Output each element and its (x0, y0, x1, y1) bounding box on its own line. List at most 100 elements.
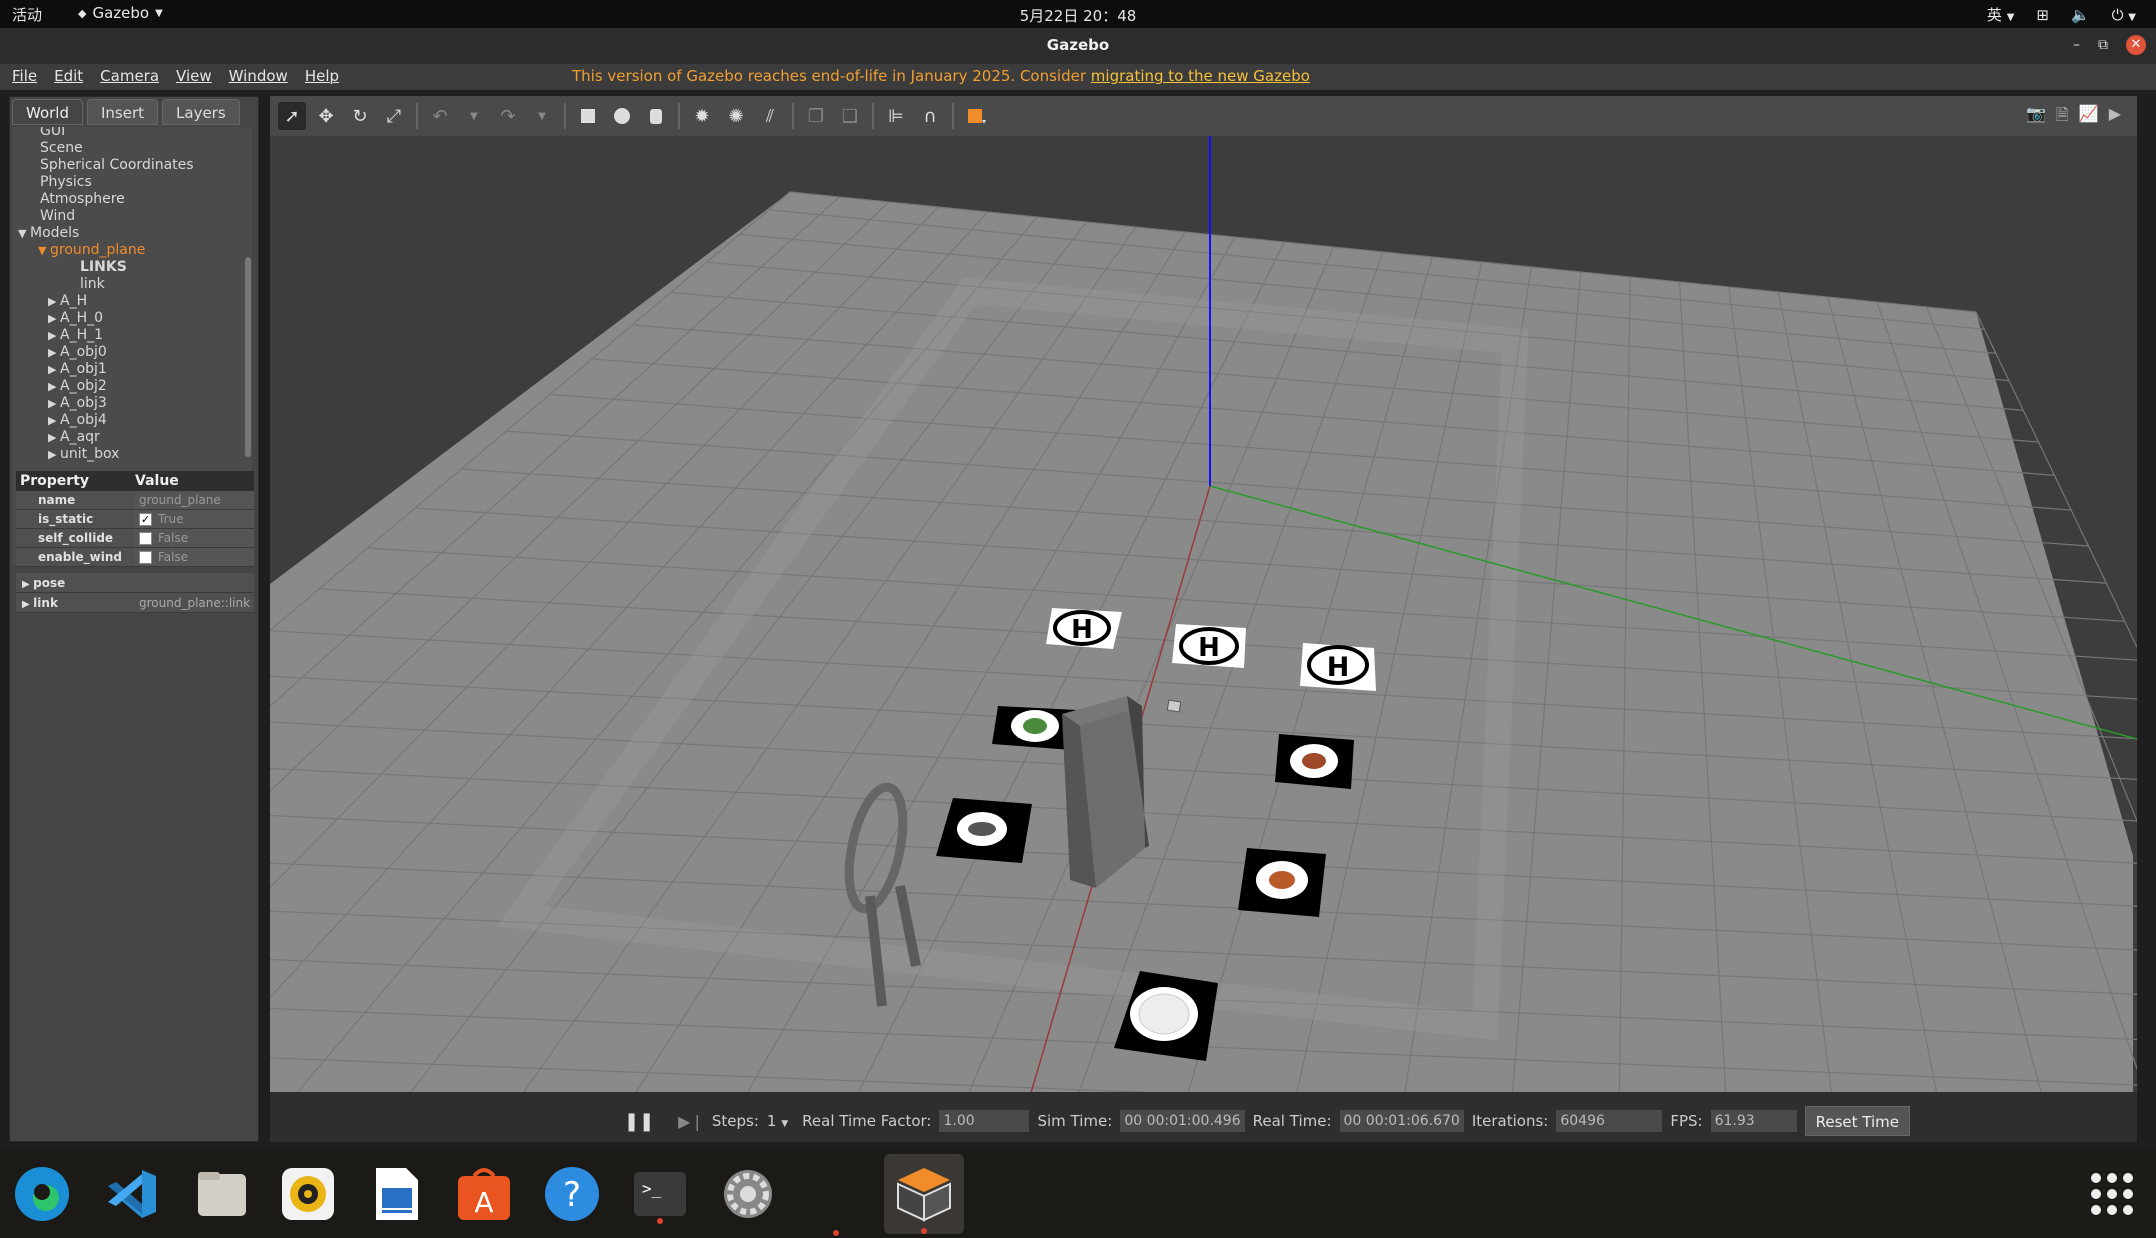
tree-item-link[interactable]: link (12, 276, 252, 293)
tree-item-models[interactable]: ▼ Models (12, 225, 252, 242)
tab-insert[interactable]: Insert (87, 99, 159, 125)
menu-file[interactable]: File (12, 67, 37, 85)
tree-item-model[interactable]: ▶ A_obj0 (12, 344, 252, 361)
expand-arrow-icon[interactable]: ▼ (18, 225, 30, 242)
edge-browser-icon[interactable] (10, 1162, 74, 1226)
tree-item-model[interactable]: ▶ A_obj2 (12, 378, 252, 395)
tree-item-model[interactable]: ▶ A_H_1 (12, 327, 252, 344)
log-icon[interactable]: 🗎 (2056, 104, 2069, 131)
close-icon[interactable]: ✕ (2126, 35, 2146, 55)
expand-arrow-icon[interactable]: ▶ (48, 293, 60, 310)
undo-history-icon[interactable]: ▼ (460, 102, 488, 130)
expand-arrow-icon[interactable]: ▶ (48, 310, 60, 327)
redo-icon[interactable]: ↷ (494, 102, 522, 130)
plot-icon[interactable]: 📈 (2079, 104, 2099, 131)
tab-layers[interactable]: Layers (162, 99, 240, 125)
tree-item-model[interactable]: ▶ A_obj4 (12, 412, 252, 429)
cylinder-shape-icon[interactable] (642, 102, 670, 130)
expand-arrow-icon[interactable]: ▶ (48, 446, 60, 463)
self-collide-checkbox[interactable] (139, 531, 152, 545)
redo-history-icon[interactable]: ▼ (528, 102, 556, 130)
expand-arrow-icon[interactable]: ▶ (48, 395, 60, 412)
tree-item-wind[interactable]: Wind (12, 208, 252, 225)
tree-item-model[interactable]: ▶ A_aqr (12, 429, 252, 446)
steps-spinner[interactable]: 1 ▼ (767, 1112, 788, 1130)
tree-item-atmosphere[interactable]: Atmosphere (12, 191, 252, 208)
expand-arrow-icon[interactable]: ▶ (48, 327, 60, 344)
expand-arrow-icon[interactable]: ▶ (48, 429, 60, 446)
clock[interactable]: 5月22日 20：48 (0, 5, 2156, 26)
copy-icon[interactable]: ❐ (802, 102, 830, 130)
tree-item-ground-plane[interactable]: ▼ ground_plane (12, 242, 252, 259)
expand-arrow-icon[interactable]: ▼ (38, 242, 50, 259)
pose-row[interactable]: ▶ pose (16, 573, 254, 593)
rhythmbox-icon[interactable] (276, 1162, 340, 1226)
align-icon[interactable]: ⊫ (882, 102, 910, 130)
menu-help[interactable]: Help (305, 67, 339, 85)
show-apps-icon[interactable] (2080, 1162, 2144, 1226)
link-row[interactable]: ▶ link ground_plane::link (16, 593, 254, 613)
is-static-checkbox[interactable]: ✓ (139, 512, 152, 526)
tree-item-scene[interactable]: Scene (12, 140, 252, 157)
minimize-icon[interactable]: – (2073, 37, 2080, 53)
expand-arrow-icon[interactable]: ▶ (48, 361, 60, 378)
restore-icon[interactable]: ⧉ (2098, 37, 2108, 53)
3d-scene-canvas[interactable]: H H H (270, 136, 2137, 1092)
migration-link[interactable]: migrating to the new Gazebo (1091, 67, 1310, 85)
tree-item-model[interactable]: ▶ A_H_0 (12, 310, 252, 327)
volume-icon[interactable]: 🔈 (2071, 6, 2090, 24)
gazebo-icon[interactable] (884, 1154, 964, 1234)
box-shape-icon[interactable] (574, 102, 602, 130)
expand-arrow-icon[interactable]: ▶ (22, 579, 33, 590)
tree-item-model[interactable]: ▶ A_obj1 (12, 361, 252, 378)
undo-icon[interactable]: ↶ (426, 102, 454, 130)
network-icon[interactable]: ⊞ (2036, 6, 2049, 24)
files-icon[interactable] (190, 1162, 254, 1226)
sphere-shape-icon[interactable] (608, 102, 636, 130)
chevron-down-icon: ▼ (2006, 12, 2015, 23)
property-value[interactable]: ground_plane (139, 491, 221, 510)
point-light-icon[interactable]: ✹ (688, 102, 716, 130)
menu-view[interactable]: View (176, 67, 212, 85)
video-record-icon[interactable]: ▶ (2109, 104, 2121, 131)
tree-item-gui[interactable]: GUI (12, 127, 252, 140)
help-icon[interactable]: ? (540, 1162, 604, 1226)
tree-item-spherical-coordinates[interactable]: Spherical Coordinates (12, 157, 252, 174)
enable-wind-checkbox[interactable] (139, 550, 152, 564)
paste-icon[interactable]: ❏ (836, 102, 864, 130)
menu-camera[interactable]: Camera (100, 67, 159, 85)
expand-arrow-icon[interactable]: ▶ (48, 412, 60, 429)
spot-light-icon[interactable]: ✺ (722, 102, 750, 130)
snap-icon[interactable]: ∩ (916, 102, 944, 130)
sim-time-label: Sim Time: (1037, 1112, 1113, 1130)
tree-item-model[interactable]: ▶ A_H (12, 293, 252, 310)
terminal-icon[interactable]: >_ (628, 1162, 692, 1226)
expand-arrow-icon[interactable]: ▶ (48, 344, 60, 361)
app-center-icon[interactable]: A (452, 1162, 516, 1226)
ime-indicator[interactable]: 英 ▼ (1987, 4, 2015, 25)
vscode-icon[interactable] (100, 1162, 164, 1226)
select-mode-icon[interactable]: ➚ (278, 102, 306, 130)
viewport-panel: ➚ ✥ ↻ ⤢ ↶ ▼ ↷ ▼ ✹ ✺ ⫽ ❐ ❏ ⊫ ∩ 📷 🗎 📈 ▶ H … (270, 96, 2137, 1142)
menu-edit[interactable]: Edit (54, 67, 83, 85)
directional-light-icon[interactable]: ⫽ (756, 102, 784, 130)
tree-item-model[interactable]: ▶ unit_box (12, 446, 252, 463)
reset-time-button[interactable]: Reset Time (1804, 1106, 1910, 1136)
power-icon[interactable]: ⏻ ▼ (2112, 6, 2136, 24)
tree-item-model[interactable]: ▶ A_obj3 (12, 395, 252, 412)
view-angle-icon[interactable] (962, 102, 990, 130)
tab-world[interactable]: World (12, 99, 83, 125)
tree-item-physics[interactable]: Physics (12, 174, 252, 191)
expand-arrow-icon[interactable]: ▶ (48, 378, 60, 395)
step-icon[interactable]: ▶❘ (678, 1112, 704, 1131)
expand-arrow-icon[interactable]: ▶ (22, 599, 33, 610)
writer-icon[interactable] (364, 1162, 428, 1226)
screenshot-icon[interactable]: 📷 (2026, 104, 2046, 131)
scale-mode-icon[interactable]: ⤢ (380, 102, 408, 130)
translate-mode-icon[interactable]: ✥ (312, 102, 340, 130)
rotate-mode-icon[interactable]: ↻ (346, 102, 374, 130)
tree-scrollbar[interactable] (245, 257, 251, 457)
pause-icon[interactable]: ❚❚ (624, 1111, 654, 1132)
menu-window[interactable]: Window (229, 67, 288, 85)
settings-icon[interactable] (716, 1162, 780, 1226)
